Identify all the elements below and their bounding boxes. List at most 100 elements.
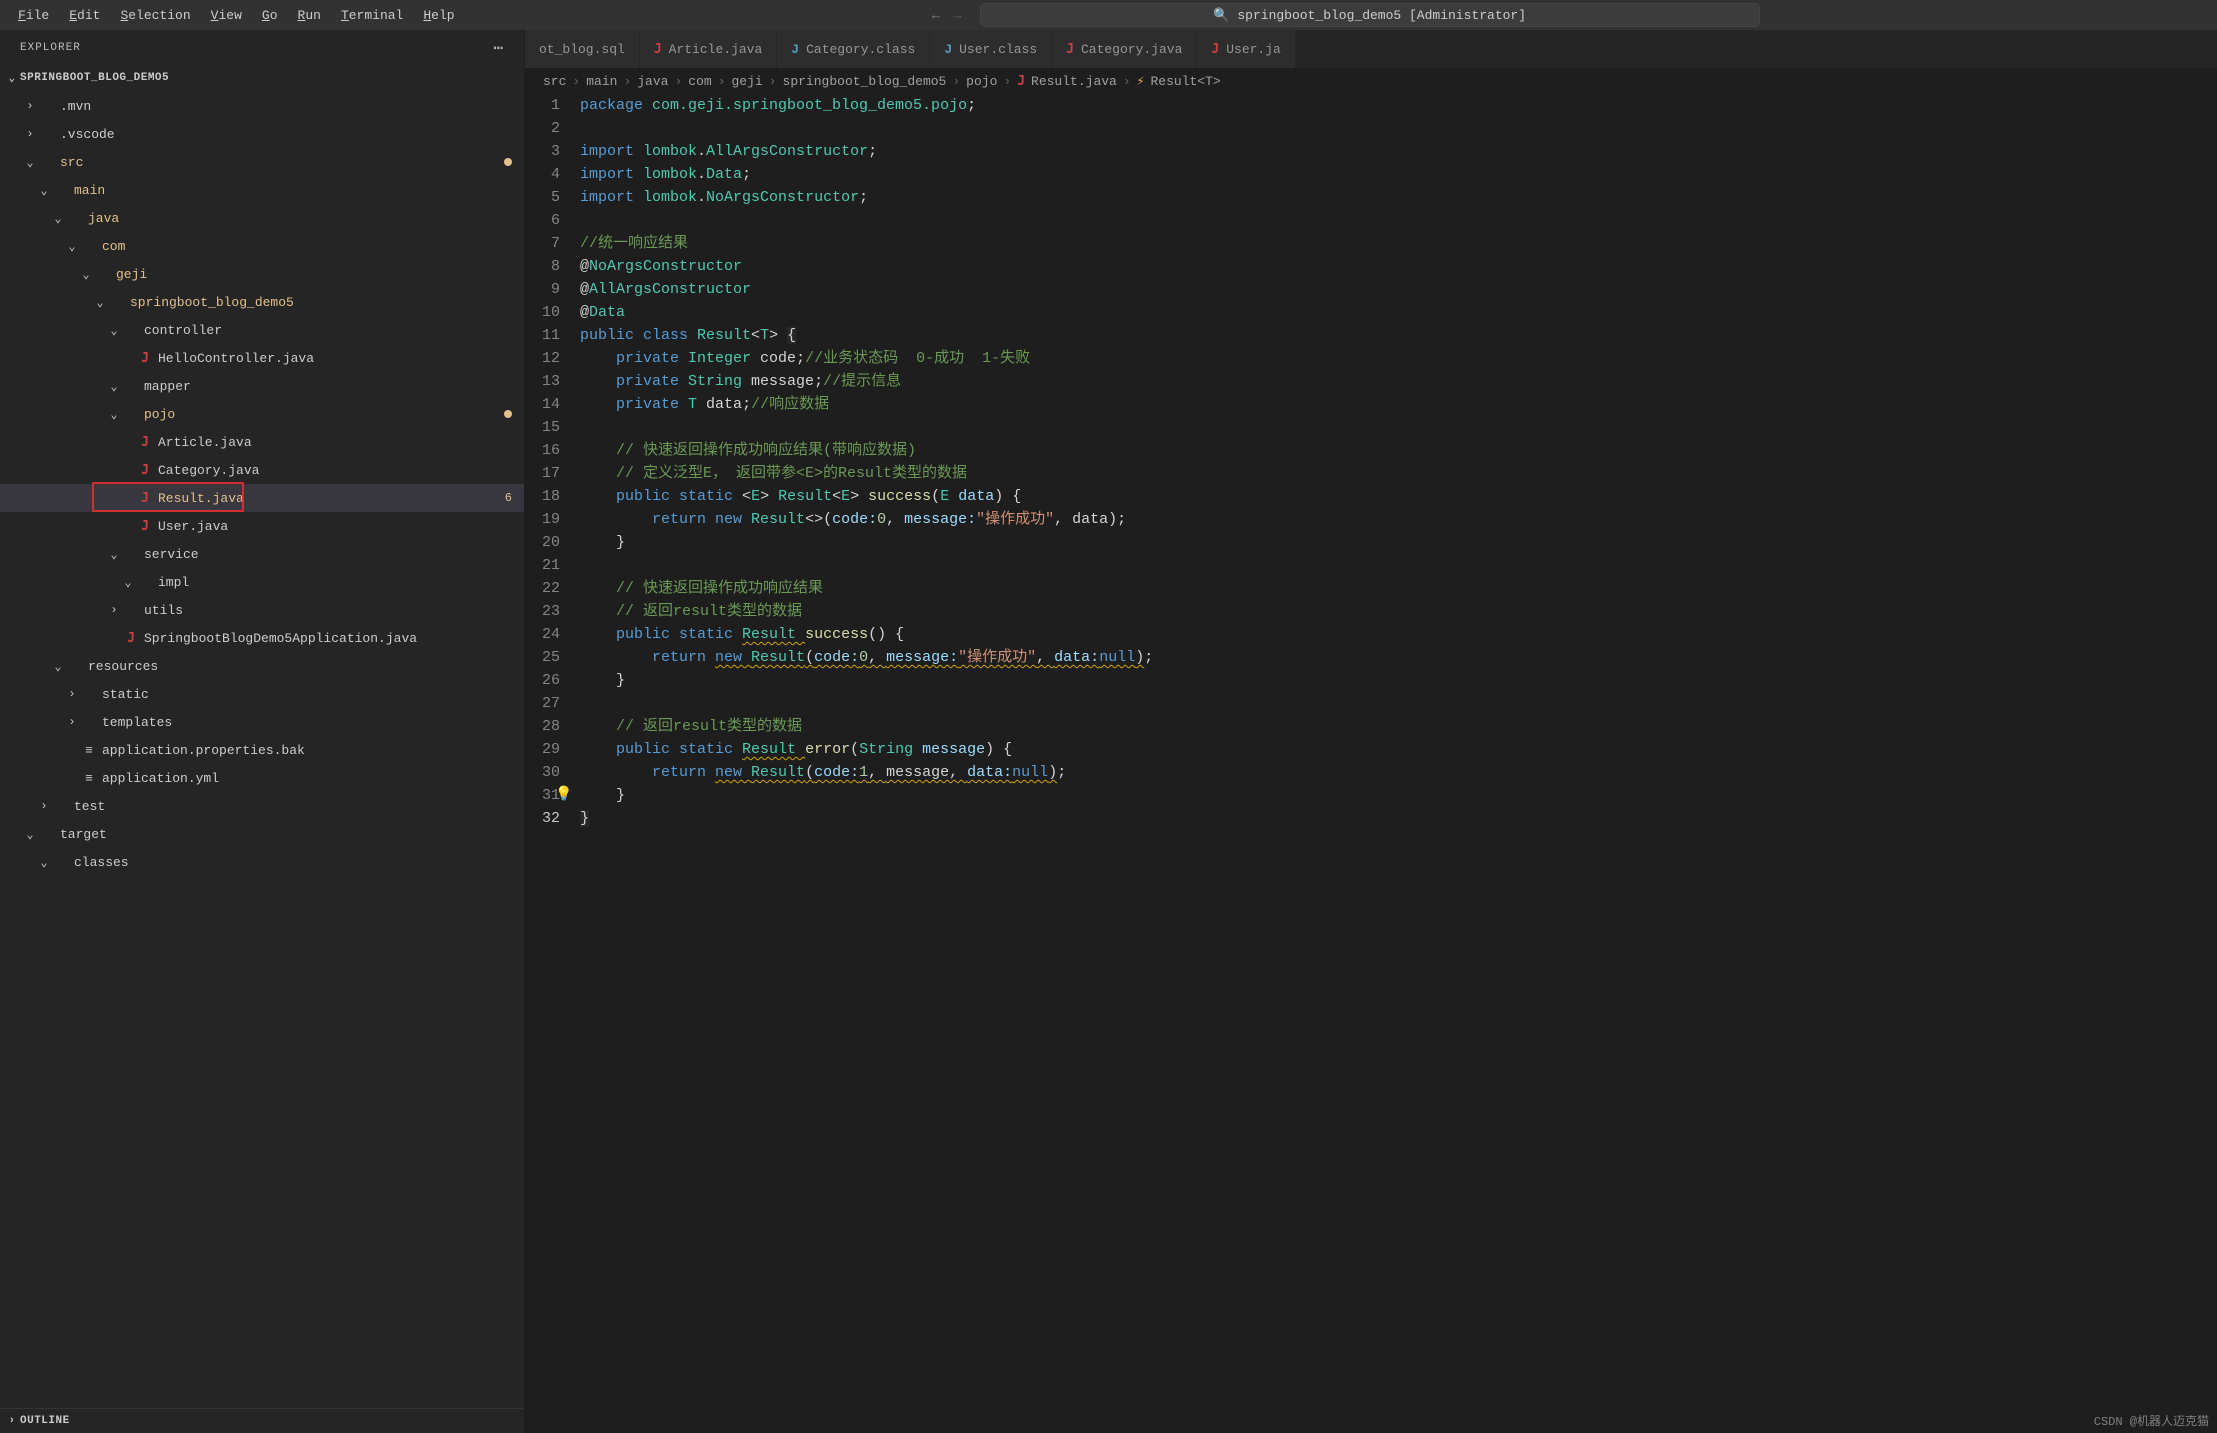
code-line[interactable]: private String message;//提示信息 [580, 370, 2217, 393]
java-file-icon: J [136, 491, 154, 506]
tree-item-springbootblogdemo5application-java[interactable]: JSpringbootBlogDemo5Application.java [0, 624, 524, 652]
problems-badge: 6 [505, 491, 512, 505]
tree-item-category-java[interactable]: JCategory.java [0, 456, 524, 484]
command-center[interactable]: 🔍 springboot_blog_demo5 [Administrator] [980, 3, 1760, 27]
tree-item-application-yml[interactable]: ≡application.yml [0, 764, 524, 792]
code-line[interactable]: // 返回result类型的数据 [580, 715, 2217, 738]
tree-item-target[interactable]: ⌄target [0, 820, 524, 848]
breadcrumb-segment[interactable]: springboot_blog_demo5 [783, 74, 947, 89]
code-line[interactable] [580, 692, 2217, 715]
code-line[interactable]: // 定义泛型E， 返回带参<E>的Result类型的数据 [580, 462, 2217, 485]
tree-item-controller[interactable]: ⌄controller [0, 316, 524, 344]
code-line[interactable]: import lombok.Data; [580, 163, 2217, 186]
tree-item-hellocontroller-java[interactable]: JHelloController.java [0, 344, 524, 372]
forward-icon[interactable]: → [954, 8, 962, 23]
code-line[interactable] [580, 117, 2217, 140]
tree-item-mapper[interactable]: ⌄mapper [0, 372, 524, 400]
tree-item-classes[interactable]: ⌄classes [0, 848, 524, 876]
code-line[interactable]: public class Result<T> { [580, 324, 2217, 347]
tree-item-service[interactable]: ⌄service [0, 540, 524, 568]
code-line[interactable]: public static Result error(String messag… [580, 738, 2217, 761]
breadcrumb-segment[interactable]: com [688, 74, 711, 89]
menu-edit[interactable]: Edit [59, 8, 110, 23]
breadcrumb-segment[interactable]: main [586, 74, 617, 89]
code-line[interactable]: return new Result(code:0, message:"操作成功"… [580, 646, 2217, 669]
breadcrumb[interactable]: src›main›java›com›geji›springboot_blog_d… [525, 68, 2217, 94]
code-lines[interactable]: package com.geji.springboot_blog_demo5.p… [580, 94, 2217, 1433]
tab-category-java[interactable]: JCategory.java [1052, 30, 1197, 68]
breadcrumb-segment[interactable]: pojo [966, 74, 997, 89]
code-line[interactable]: } [580, 531, 2217, 554]
outline-section-header[interactable]: › OUTLINE [0, 1408, 524, 1433]
tree-item-java[interactable]: ⌄java [0, 204, 524, 232]
tree-item-test[interactable]: ›test [0, 792, 524, 820]
tree-item-resources[interactable]: ⌄resources [0, 652, 524, 680]
breadcrumb-segment[interactable]: java [637, 74, 668, 89]
tree-item-static[interactable]: ›static [0, 680, 524, 708]
code-line[interactable] [580, 416, 2217, 439]
tree-item-result-java[interactable]: JResult.java6 [0, 484, 524, 512]
menu-view[interactable]: View [201, 8, 252, 23]
code-line[interactable]: @AllArgsConstructor [580, 278, 2217, 301]
code-line[interactable]: return new Result(code:1, message, data:… [580, 761, 2217, 784]
breadcrumb-segment[interactable]: Result<T> [1151, 74, 1221, 89]
code-line[interactable]: 💡 } [580, 784, 2217, 807]
menu-file[interactable]: File [8, 8, 59, 23]
line-number: 2 [525, 117, 560, 140]
breadcrumb-segment[interactable]: geji [732, 74, 763, 89]
menu-go[interactable]: Go [252, 8, 288, 23]
tree-item-application-properties-bak[interactable]: ≡application.properties.bak [0, 736, 524, 764]
tab-user-ja[interactable]: JUser.ja [1197, 30, 1295, 68]
tree-item-user-java[interactable]: JUser.java [0, 512, 524, 540]
menu-run[interactable]: Run [288, 8, 331, 23]
more-icon[interactable]: ⋯ [493, 38, 504, 58]
tab-ot-blog-sql[interactable]: ot_blog.sql [525, 30, 640, 68]
code-line[interactable]: // 返回result类型的数据 [580, 600, 2217, 623]
code-line[interactable]: import lombok.NoArgsConstructor; [580, 186, 2217, 209]
tree-item-main[interactable]: ⌄main [0, 176, 524, 204]
tree-item-article-java[interactable]: JArticle.java [0, 428, 524, 456]
code-line[interactable]: private T data;//响应数据 [580, 393, 2217, 416]
code-editor[interactable]: 1234567891011121314151617181920212223242… [525, 94, 2217, 1433]
tab-article-java[interactable]: JArticle.java [640, 30, 777, 68]
line-number: 18 [525, 485, 560, 508]
chevron-right-icon: › [718, 74, 726, 89]
line-gutter: 1234567891011121314151617181920212223242… [525, 94, 580, 1433]
code-line[interactable]: import lombok.AllArgsConstructor; [580, 140, 2217, 163]
tree-item-com[interactable]: ⌄com [0, 232, 524, 260]
code-line[interactable]: // 快速返回操作成功响应结果 [580, 577, 2217, 600]
tab-category-class[interactable]: JCategory.class [777, 30, 930, 68]
tree-item-springboot-blog-demo5[interactable]: ⌄springboot_blog_demo5 [0, 288, 524, 316]
breadcrumb-segment[interactable]: src [543, 74, 566, 89]
menu-selection[interactable]: Selection [110, 8, 200, 23]
code-line[interactable]: private Integer code;//业务状态码 0-成功 1-失败 [580, 347, 2217, 370]
code-line[interactable]: public static <E> Result<E> success(E da… [580, 485, 2217, 508]
tree-item-templates[interactable]: ›templates [0, 708, 524, 736]
back-icon[interactable]: ← [932, 8, 940, 23]
menu-terminal[interactable]: Terminal [331, 8, 413, 23]
code-line[interactable]: // 快速返回操作成功响应结果(带响应数据) [580, 439, 2217, 462]
tree-item-geji[interactable]: ⌄geji [0, 260, 524, 288]
code-line[interactable]: package com.geji.springboot_blog_demo5.p… [580, 94, 2217, 117]
tree-item-utils[interactable]: ›utils [0, 596, 524, 624]
code-line[interactable]: return new Result<>(code:0, message:"操作成… [580, 508, 2217, 531]
code-line[interactable]: @Data [580, 301, 2217, 324]
tab-user-class[interactable]: JUser.class [930, 30, 1052, 68]
code-line[interactable] [580, 209, 2217, 232]
tree-item--vscode[interactable]: ›.vscode [0, 120, 524, 148]
code-line[interactable]: } [580, 807, 2217, 830]
project-section-header[interactable]: ⌄ SPRINGBOOT_BLOG_DEMO5 [0, 65, 524, 90]
menu-help[interactable]: Help [413, 8, 464, 23]
code-line[interactable]: public static Result success() { [580, 623, 2217, 646]
code-line[interactable]: //统一响应结果 [580, 232, 2217, 255]
tree-item--mvn[interactable]: ›.mvn [0, 92, 524, 120]
tree-label: User.java [158, 519, 228, 534]
code-line[interactable]: @NoArgsConstructor [580, 255, 2217, 278]
tree-item-impl[interactable]: ⌄impl [0, 568, 524, 596]
tree-item-pojo[interactable]: ⌄pojo [0, 400, 524, 428]
code-line[interactable] [580, 554, 2217, 577]
lightbulb-icon[interactable]: 💡 [555, 784, 572, 807]
code-line[interactable]: } [580, 669, 2217, 692]
tree-item-src[interactable]: ⌄src [0, 148, 524, 176]
breadcrumb-segment[interactable]: Result.java [1031, 74, 1117, 89]
